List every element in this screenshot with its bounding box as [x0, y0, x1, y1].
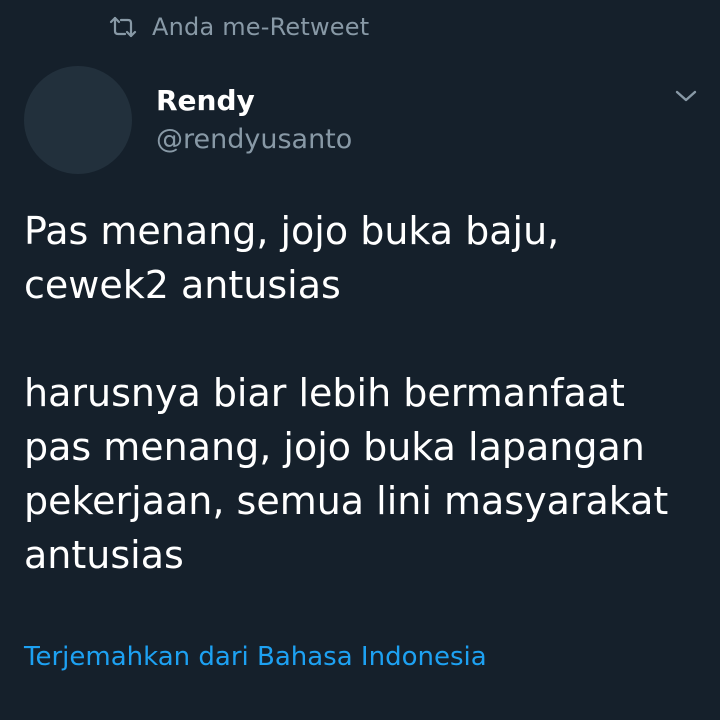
author-display-name[interactable]: Rendy [156, 84, 255, 117]
retweet-label: Anda me-Retweet [152, 13, 370, 41]
chevron-down-icon[interactable] [672, 84, 700, 108]
tweet-text: Pas menang, jojo buka baju, cewek2 antus… [24, 204, 708, 582]
author-handle[interactable]: @rendyusanto [156, 124, 352, 155]
tweet-line: cewek2 antusias [24, 263, 341, 307]
tweet-line: pas menang, jojo buka lapangan [24, 425, 645, 469]
retweet-icon [108, 16, 138, 38]
tweet-line: harusnya biar lebih bermanfaat [24, 371, 625, 415]
tweet-line: antusias [24, 533, 184, 577]
tweet-line: Pas menang, jojo buka baju, [24, 209, 560, 253]
retweet-banner: Anda me-Retweet [108, 10, 369, 44]
translate-link[interactable]: Terjemahkan dari Bahasa Indonesia [24, 642, 487, 672]
tweet-line: pekerjaan, semua lini masyarakat [24, 479, 669, 523]
avatar[interactable] [24, 66, 132, 174]
